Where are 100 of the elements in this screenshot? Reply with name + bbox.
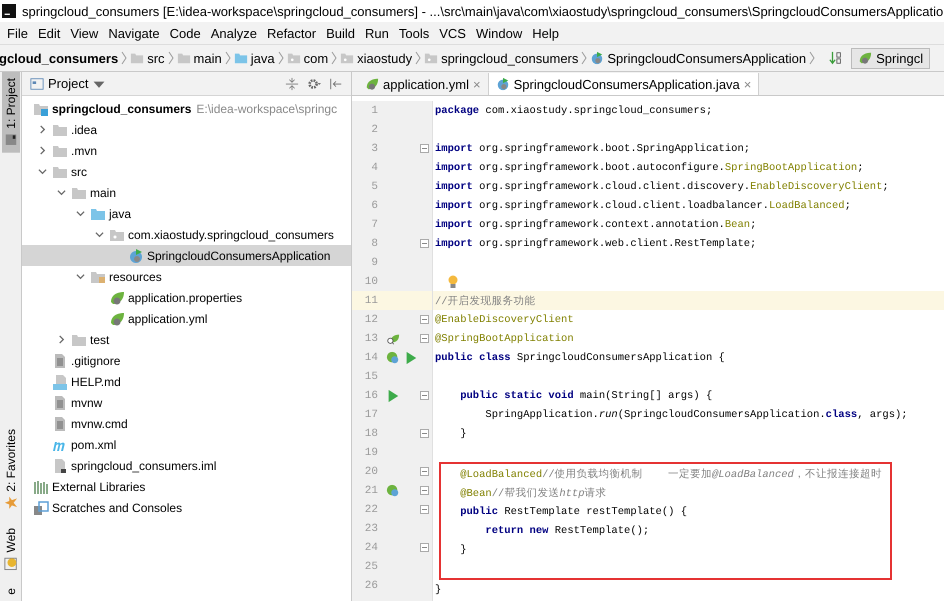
breadcrumb-item[interactable]: com (284, 50, 332, 66)
fold-marker-icon[interactable] (420, 467, 429, 476)
tree-item[interactable]: Scratches and Consoles (22, 497, 351, 518)
tree-item[interactable]: External Libraries (22, 476, 351, 497)
leaf-icon[interactable] (386, 484, 400, 498)
line-number: 20 (364, 466, 379, 478)
line-number: 14 (364, 352, 379, 364)
collapse-icon[interactable] (285, 76, 299, 90)
window-icon (30, 76, 44, 90)
editor-tab[interactable]: application.yml × (358, 73, 489, 95)
code-line: @LoadBalanced//使用负载均衡机制 一定要加@LoadBalanced，不让报连接超时 (459, 467, 882, 480)
menu-item[interactable]: Run (360, 26, 394, 40)
settings-icon[interactable] (307, 76, 321, 90)
line-number: 8 (370, 238, 379, 250)
menu-item[interactable]: Code (164, 26, 206, 40)
breadcrumb-item[interactable]: src (127, 50, 168, 66)
leaf-icon[interactable] (386, 350, 400, 364)
breadcrumb-item[interactable]: SpringcloudConsumersApplication (587, 50, 810, 66)
tree-item[interactable]: src (22, 161, 351, 182)
run-configuration-button[interactable]: Springcl (851, 48, 930, 68)
view-selector[interactable]: Project (30, 76, 106, 91)
tree-item[interactable]: mvnw.cmd (22, 413, 351, 434)
fold-marker-icon[interactable] (420, 315, 429, 324)
tree-item[interactable]: resources (22, 266, 351, 287)
tree-item[interactable]: .mvn (22, 140, 351, 161)
menu-item[interactable]: Tools (394, 26, 434, 40)
sort-icon[interactable] (829, 50, 844, 66)
tree-item[interactable]: application.properties (22, 287, 351, 308)
menu-item[interactable]: Build (321, 26, 360, 40)
fold-marker-icon[interactable] (420, 505, 429, 514)
star-icon (4, 496, 18, 510)
fold-marker-icon[interactable] (420, 486, 429, 495)
tree-item[interactable]: pom.xml (22, 434, 351, 455)
fold-marker-icon[interactable] (420, 429, 429, 438)
code-line: public class SpringcloudConsumersApplication { (435, 352, 725, 364)
markdown-file-icon (52, 374, 68, 390)
tree-item[interactable]: HELP.md (22, 371, 351, 392)
code-line: SpringApplication.run(SpringcloudConsumersApplication.class, args); (484, 408, 908, 420)
line-number: 13 (364, 332, 379, 344)
breadcrumb-item[interactable]: springcloud_consumers (421, 50, 582, 66)
line-number: 9 (370, 256, 379, 268)
package-folder-icon (286, 51, 301, 65)
tool-window-tab[interactable]: Web (2, 522, 20, 576)
menu-item[interactable]: Help (527, 26, 564, 40)
fold-marker-icon[interactable] (420, 239, 429, 248)
menu-item[interactable]: Analyze (206, 26, 262, 40)
fold-marker-icon[interactable] (420, 144, 429, 153)
fold-marker-icon[interactable] (420, 391, 429, 400)
text-file-icon (52, 416, 68, 432)
tree-item[interactable]: test (22, 329, 351, 350)
line-number: 10 (364, 276, 379, 288)
tree-item[interactable]: main (22, 182, 351, 203)
breadcrumb-item[interactable]: main (174, 50, 225, 66)
code-line: import org.springframework.cloud.client.discovery.EnableDiscoveryClient; (435, 180, 889, 192)
code-line: import org.springframework.context.annotation.Bean; (435, 218, 756, 230)
menu-item[interactable]: Edit (32, 26, 66, 40)
breadcrumb-item[interactable]: xiaostudy (337, 50, 416, 66)
tree-item[interactable]: mvnw (22, 392, 351, 413)
scratches-icon (33, 500, 49, 516)
chevron-icon (168, 51, 174, 65)
package-folder-icon (424, 51, 438, 65)
line-number: 23 (364, 522, 379, 534)
tree-item[interactable]: .idea (22, 119, 351, 140)
line-number: 16 (364, 390, 379, 402)
menu-item[interactable]: Navigate (103, 26, 165, 40)
tree-item[interactable]: application.yml (22, 308, 351, 329)
tree-item[interactable]: SpringcloudConsumersApplication (22, 245, 351, 266)
run-icon[interactable] (386, 388, 400, 402)
chevron-icon (581, 51, 588, 65)
tool-window-tab[interactable]: 1: Project (2, 72, 20, 153)
line-number: 11 (364, 294, 379, 306)
menu-item[interactable]: Refactor (262, 26, 322, 40)
close-tab-button[interactable]: × (744, 76, 752, 92)
hide-icon[interactable] (329, 76, 343, 90)
fold-marker-icon[interactable] (420, 543, 429, 552)
class-run-icon (128, 248, 144, 264)
line-number: 21 (364, 484, 379, 496)
lightbulb-icon[interactable] (447, 274, 459, 288)
tree-item[interactable]: springcloud_consumers.iml (22, 455, 351, 476)
line-number: 24 (364, 542, 379, 554)
menu-item[interactable]: VCS (434, 26, 471, 40)
code-line: import org.springframework.boot.SpringApplication; (435, 142, 750, 154)
menu-item[interactable]: File (2, 26, 33, 40)
code-line: //开启发现服务功能 (435, 294, 536, 308)
breadcrumb-item[interactable]: java (230, 50, 278, 66)
tree-item[interactable]: .gitignore (22, 350, 351, 371)
line-number: 17 (364, 408, 379, 420)
run-icon[interactable] (404, 350, 418, 364)
tree-item[interactable]: com.xiaostudy.springcloud_consumers (22, 224, 351, 245)
tree-item[interactable]: java (22, 203, 351, 224)
fold-marker-icon[interactable] (420, 334, 429, 343)
menu-item[interactable]: View (65, 26, 104, 40)
editor-tab[interactable]: SpringcloudConsumersApplication.java × (488, 73, 760, 95)
tree-item[interactable]: springcloud_consumers E:\idea-workspace\springc (22, 98, 351, 119)
class-run-icon (590, 51, 604, 65)
menu-item[interactable]: Window (470, 26, 528, 40)
tool-window-tab[interactable]: e (2, 582, 20, 601)
tool-window-tab[interactable]: 2: Favorites (2, 423, 20, 516)
leaf-search-icon[interactable] (386, 332, 400, 346)
line-number: 26 (364, 580, 379, 592)
